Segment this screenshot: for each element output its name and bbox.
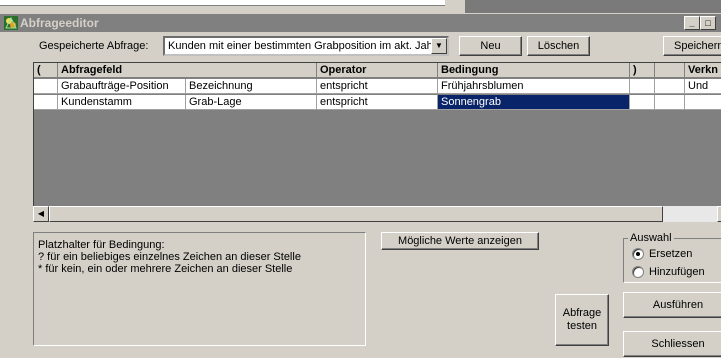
row2-close-paren[interactable] (630, 95, 655, 110)
header-link[interactable]: Verkn (685, 63, 721, 78)
row2-spacer (655, 95, 685, 110)
execute-button[interactable]: Ausführen (623, 292, 721, 318)
replace-label[interactable]: Ersetzen (649, 247, 692, 261)
row2-operator[interactable]: entspricht (317, 95, 438, 110)
close-button[interactable]: Schliessen (623, 331, 721, 357)
header-spacer (655, 63, 685, 78)
query-grid[interactable]: ( Abfragefeld Operator Bedingung ) Verkn… (33, 62, 721, 221)
saved-query-value: Kunden mit einer bestimmten Grabposition… (168, 40, 437, 52)
maximize-button[interactable]: □ (700, 16, 716, 30)
row1-operator[interactable]: entspricht (317, 79, 438, 94)
background-dark-region (465, 0, 721, 13)
background-window-edge (0, 0, 445, 6)
hint-multi-char: * für kein, ein oder mehrere Zeichen an … (38, 263, 293, 275)
header-field[interactable]: Abfragefeld (58, 63, 317, 78)
scroll-right-icon[interactable]: ▶ (717, 206, 721, 222)
header-condition[interactable]: Bedingung (438, 63, 630, 78)
possible-values-button[interactable]: Mögliche Werte anzeigen (381, 232, 539, 250)
test-query-button[interactable]: Abfrage testen (555, 294, 609, 346)
scroll-left-icon[interactable]: ◀ (33, 206, 49, 222)
row1-spacer (655, 79, 685, 94)
window-title: Abfrageeditor (20, 16, 99, 30)
scroll-thumb[interactable] (49, 206, 663, 222)
row1-open-paren[interactable] (34, 79, 58, 94)
horizontal-scrollbar[interactable]: ◀ ▶ (33, 206, 721, 222)
add-label[interactable]: Hinzufügen (649, 265, 705, 279)
saved-query-label: Gespeicherte Abfrage: (39, 40, 149, 52)
radio-selected-icon (636, 252, 640, 256)
row2-link[interactable] (685, 95, 721, 110)
save-button[interactable]: Speichern (663, 36, 721, 56)
row1-close-paren[interactable] (630, 79, 655, 94)
delete-button[interactable]: Löschen (527, 36, 590, 56)
row2-table[interactable]: Kundenstamm (58, 95, 186, 110)
selection-group-label: Auswahl (628, 232, 674, 244)
row1-table[interactable]: Grabaufträge-Position (58, 79, 186, 94)
hint-title: Platzhalter für Bedingung: (38, 239, 165, 251)
replace-radio[interactable] (632, 248, 644, 260)
row1-field[interactable]: Bezeichnung (186, 79, 317, 94)
row2-open-paren[interactable] (34, 95, 58, 110)
row2-condition[interactable]: Sonnengrab (438, 95, 630, 110)
saved-query-select[interactable]: Kunden mit einer bestimmten Grabposition… (163, 36, 449, 56)
title-bar[interactable] (0, 14, 721, 32)
hint-single-char: ? für ein beliebiges einzelnes Zeichen a… (38, 251, 301, 263)
maximize-icon: □ (705, 18, 711, 28)
header-operator[interactable]: Operator (317, 63, 438, 78)
row1-condition[interactable]: Frühjahrsblumen (438, 79, 630, 94)
header-open-paren[interactable]: ( (34, 63, 58, 78)
minimize-icon: _ (689, 18, 695, 28)
app-icon (4, 16, 18, 30)
add-radio[interactable] (632, 266, 644, 278)
row2-field[interactable]: Grab-Lage (186, 95, 317, 110)
header-close-paren[interactable]: ) (630, 63, 655, 78)
minimize-button[interactable]: _ (684, 16, 700, 30)
new-button[interactable]: Neu (459, 36, 522, 56)
dropdown-arrow-icon[interactable]: ▼ (431, 38, 447, 54)
row1-link[interactable]: Und (685, 79, 721, 94)
